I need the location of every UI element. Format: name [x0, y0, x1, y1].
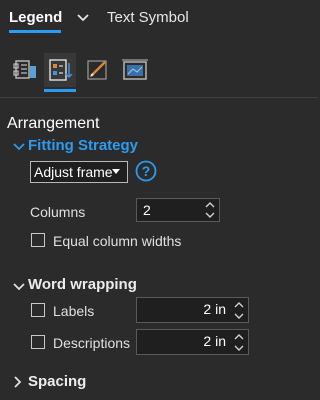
stepper-down-icon[interactable]: [205, 211, 215, 219]
spacing-title[interactable]: Spacing: [28, 373, 86, 390]
chevron-down-icon: [13, 283, 25, 291]
arrangement-icon[interactable]: [44, 53, 76, 87]
stepper-up-icon[interactable]: [205, 201, 215, 209]
columns-label: Columns: [30, 204, 86, 220]
spacing-expander[interactable]: [12, 375, 24, 391]
fitting-strategy-expander[interactable]: [13, 140, 25, 156]
labels-width-stepper[interactable]: 2 in: [136, 297, 249, 323]
tab-text-symbol[interactable]: Text Symbol: [107, 9, 189, 26]
legend-options-icon[interactable]: [9, 53, 41, 87]
columns-stepper[interactable]: 2: [136, 198, 220, 222]
descriptions-width-stepper[interactable]: 2 in: [136, 329, 249, 355]
fitting-strategy-dropdown[interactable]: Adjust frame: [30, 161, 128, 183]
chevron-down-icon[interactable]: [76, 8, 90, 26]
word-wrapping-expander[interactable]: [13, 280, 25, 296]
svg-text:?: ?: [142, 163, 151, 179]
chevron-down-icon: [13, 143, 25, 151]
tab-legend[interactable]: Legend: [9, 9, 62, 26]
tab-active-indicator: [9, 30, 61, 33]
dropdown-arrow-icon: [112, 169, 120, 174]
toolbar-separator: [0, 97, 318, 98]
section-title-arrangement: Arrangement: [7, 115, 100, 132]
labels-label: Labels: [53, 303, 95, 319]
toolbar-active-indicator: [44, 89, 76, 92]
equal-column-widths-checkbox[interactable]: [31, 233, 45, 247]
stepper-down-icon[interactable]: [234, 312, 244, 320]
display-frame-icon[interactable]: [119, 53, 151, 87]
stepper-up-icon[interactable]: [234, 333, 244, 341]
help-icon[interactable]: ?: [135, 160, 157, 182]
stepper-down-icon[interactable]: [234, 344, 244, 352]
labels-checkbox[interactable]: [31, 303, 45, 317]
columns-value: 2: [143, 202, 151, 218]
descriptions-checkbox[interactable]: [31, 335, 45, 349]
stepper-up-icon[interactable]: [234, 301, 244, 309]
symbol-pen-icon[interactable]: [82, 53, 114, 87]
word-wrapping-title[interactable]: Word wrapping: [28, 276, 137, 293]
chevron-right-icon: [14, 376, 22, 388]
fitting-strategy-title[interactable]: Fitting Strategy: [28, 137, 138, 154]
descriptions-width-value: 2 in: [203, 333, 226, 349]
equal-column-widths-label: Equal column widths: [53, 233, 182, 249]
labels-width-value: 2 in: [203, 301, 226, 317]
dropdown-value: Adjust frame: [34, 164, 113, 180]
descriptions-label: Descriptions: [53, 335, 131, 351]
